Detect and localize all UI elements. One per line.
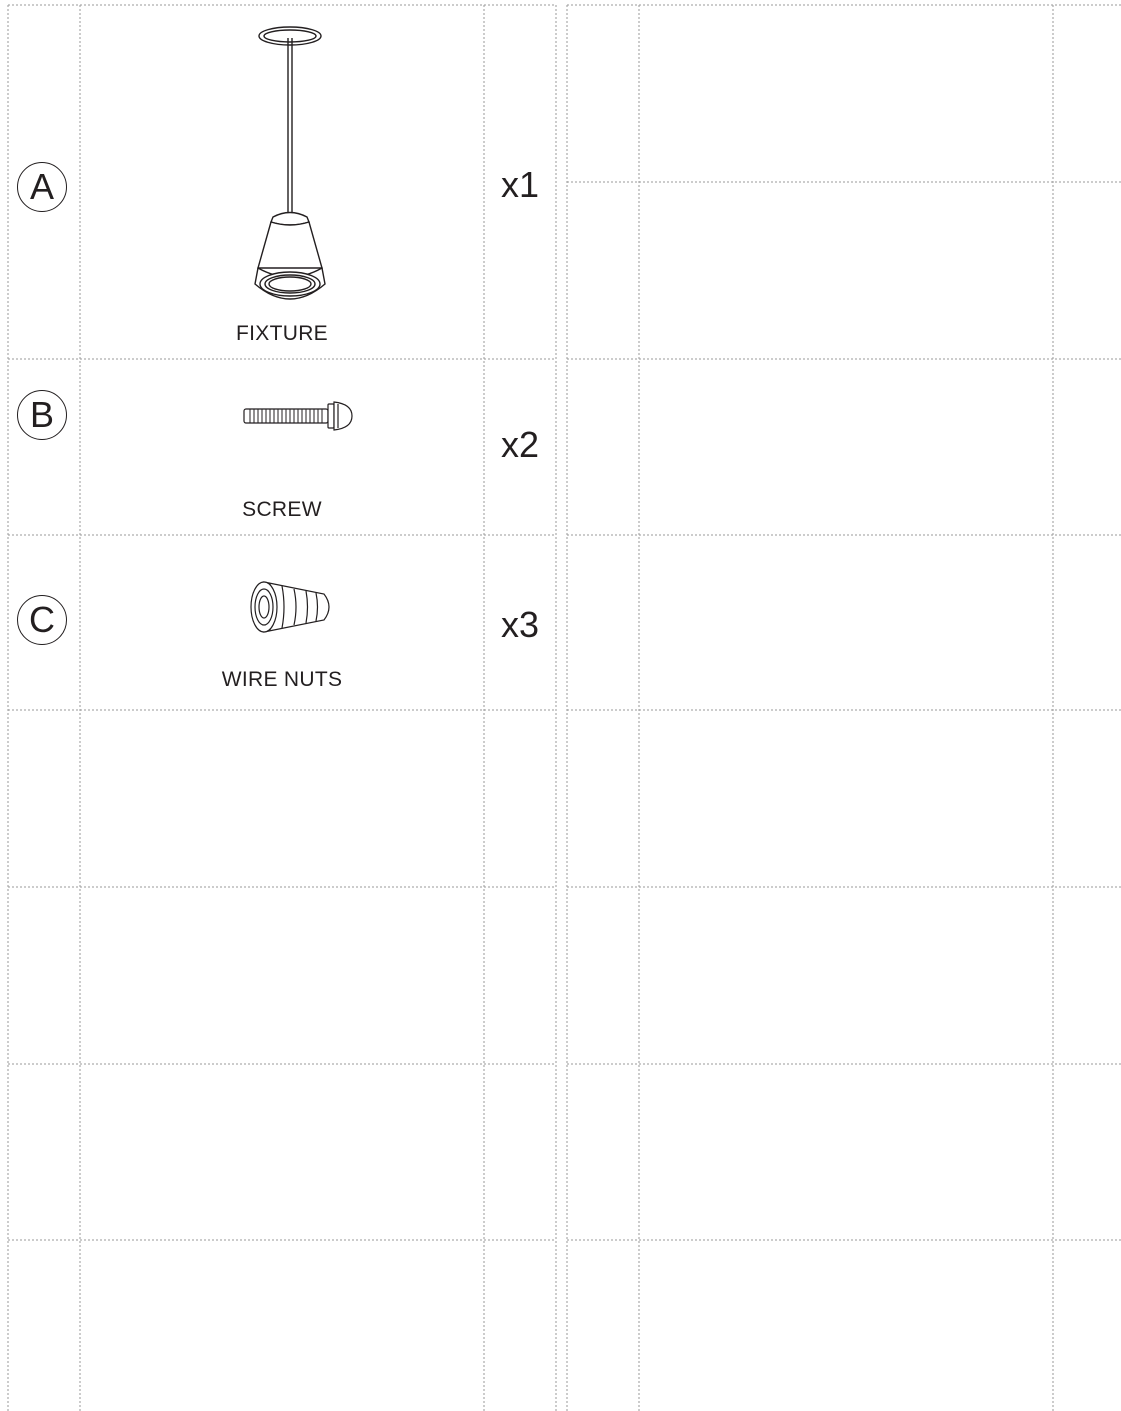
part-letter-badge: B xyxy=(17,390,67,440)
part-letter-badge: C xyxy=(17,595,67,645)
screw-icon xyxy=(243,401,353,431)
part-quantity: x3 xyxy=(500,604,540,645)
parts-table-grid xyxy=(7,4,1121,1411)
part-quantity: x2 xyxy=(500,424,540,465)
part-name: FIXTURE xyxy=(236,322,328,345)
part-name: WIRE NUTS xyxy=(221,668,343,691)
pendant-fixture-icon xyxy=(254,26,326,300)
part-quantity: x1 xyxy=(500,164,540,205)
part-name: SCREW xyxy=(242,498,322,521)
wire-nut-icon xyxy=(250,581,330,633)
part-letter-badge: A xyxy=(17,162,67,212)
